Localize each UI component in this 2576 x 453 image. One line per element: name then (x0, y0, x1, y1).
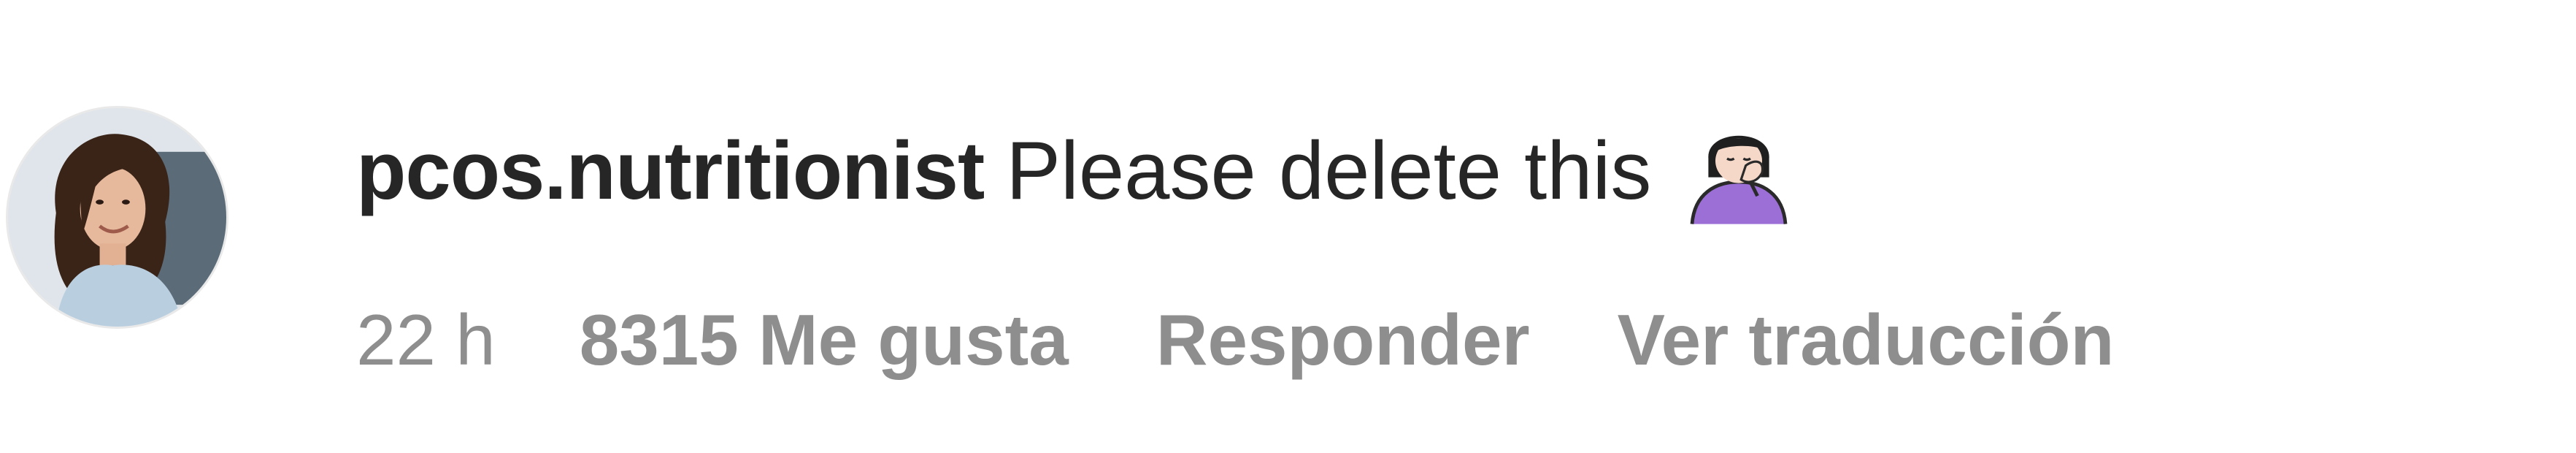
reply-button[interactable]: Responder (1156, 299, 1530, 381)
likes-count-button[interactable]: 8315 Me gusta (580, 299, 1069, 381)
comment-text: Please delete this (1006, 124, 1652, 216)
username-link[interactable]: pcos.nutritionist (356, 123, 985, 218)
timestamp[interactable]: 22 h (356, 299, 496, 381)
profile-photo-icon (8, 108, 226, 327)
comment-meta: 22 h 8315 Me gusta Responder Ver traducc… (356, 296, 2114, 384)
person-facepalming-emoji-icon (1680, 112, 1797, 229)
comment-line: pcos.nutritionist Please delete this (356, 115, 1797, 225)
comment-item: pcos.nutritionist Please delete this 22 … (0, 0, 2576, 453)
see-translation-button[interactable]: Ver traducción (1618, 299, 2115, 381)
avatar[interactable] (6, 106, 228, 329)
